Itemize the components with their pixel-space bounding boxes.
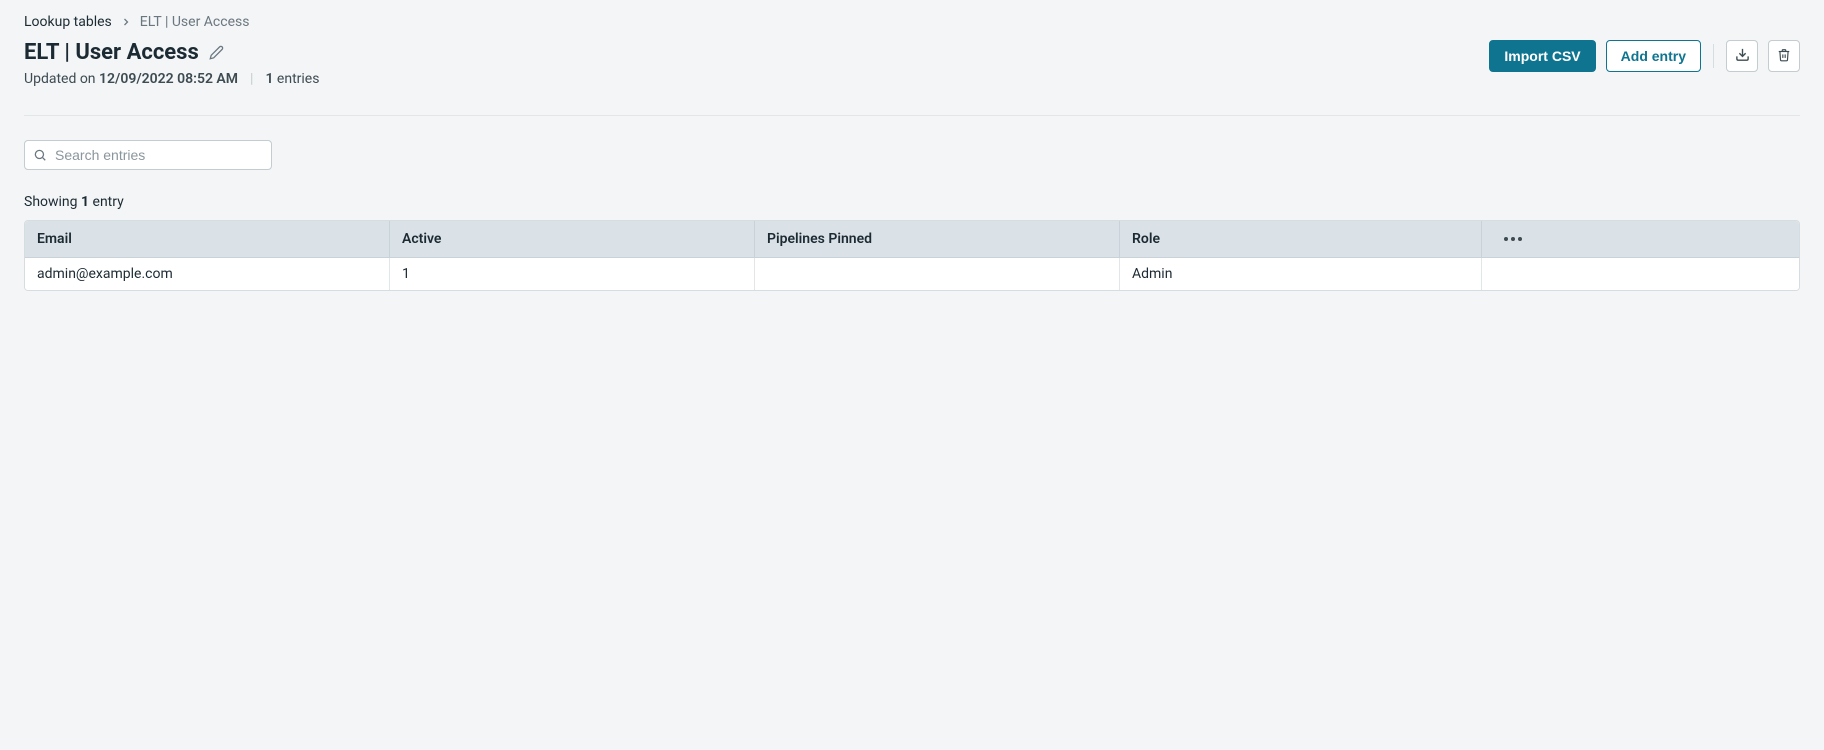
download-icon: [1735, 47, 1750, 65]
breadcrumb: Lookup tables ELT | User Access: [24, 14, 1800, 30]
search-input[interactable]: [53, 146, 263, 164]
col-header-email[interactable]: Email: [25, 221, 390, 257]
breadcrumb-root[interactable]: Lookup tables: [24, 14, 112, 30]
col-header-actions: [1482, 221, 1544, 257]
cell-actions: [1482, 258, 1544, 290]
entries-label: entries: [273, 71, 319, 87]
cell-active: 1: [390, 258, 755, 290]
col-header-role[interactable]: Role: [1120, 221, 1482, 257]
divider-horizontal: [24, 115, 1800, 116]
cell-email: admin@example.com: [25, 258, 390, 290]
search-input-wrap[interactable]: [24, 140, 272, 170]
trash-icon: [1777, 48, 1791, 65]
page-title: ELT | User Access: [24, 40, 199, 65]
table-row[interactable]: admin@example.com 1 Admin: [25, 258, 1799, 290]
pencil-icon[interactable]: [209, 45, 224, 60]
more-options-icon[interactable]: [1482, 221, 1544, 257]
updated-value: 12/09/2022 08:52 AM: [99, 71, 238, 87]
table-header-row: Email Active Pipelines Pinned Role: [25, 221, 1799, 258]
search-icon: [33, 148, 47, 162]
chevron-right-icon: [120, 16, 132, 28]
delete-button[interactable]: [1768, 40, 1800, 72]
col-header-pipelines-pinned[interactable]: Pipelines Pinned: [755, 221, 1120, 257]
col-header-active[interactable]: Active: [390, 221, 755, 257]
cell-role: Admin: [1120, 258, 1482, 290]
updated-label: Updated on: [24, 71, 99, 87]
download-button[interactable]: [1726, 40, 1758, 72]
meta-line: Updated on 12/09/2022 08:52 AM | 1 entri…: [24, 71, 319, 87]
add-entry-button[interactable]: Add entry: [1606, 40, 1701, 72]
entries-table: Email Active Pipelines Pinned Role admin…: [24, 220, 1800, 291]
breadcrumb-current: ELT | User Access: [140, 14, 250, 30]
import-csv-button[interactable]: Import CSV: [1489, 40, 1595, 72]
cell-pipelines-pinned: [755, 258, 1120, 290]
showing-text: Showing 1 entry: [24, 194, 1800, 210]
divider-vertical: [1713, 44, 1714, 68]
